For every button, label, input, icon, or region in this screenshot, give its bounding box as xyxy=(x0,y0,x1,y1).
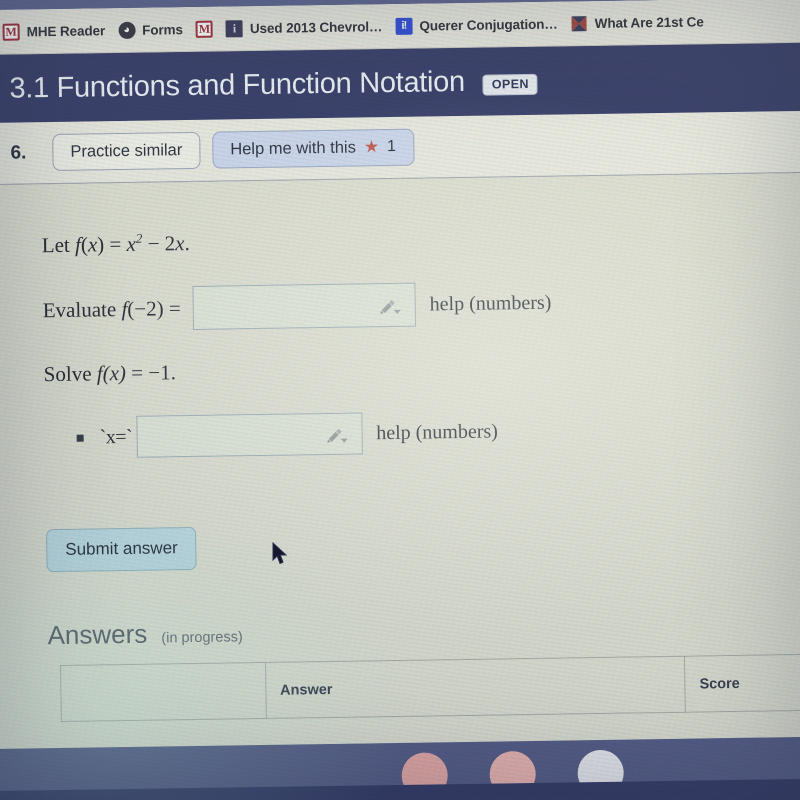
pencil-icon[interactable] xyxy=(325,424,351,444)
problem-number: 6. xyxy=(10,141,27,164)
info-dark-icon: i xyxy=(225,19,244,37)
answer-bullet-row: `x=` help (numbers) xyxy=(76,406,800,459)
globe-icon: ◕ xyxy=(118,21,136,39)
bowtie-icon xyxy=(571,15,588,32)
bookmark-label: What Are 21st Ce xyxy=(594,13,704,31)
dock-icon[interactable] xyxy=(401,752,449,791)
answer-input[interactable] xyxy=(135,412,363,458)
answers-table-header-row: Answer Score xyxy=(60,654,800,722)
star-icon: ★ xyxy=(363,137,380,157)
practice-similar-button[interactable]: Practice similar xyxy=(52,131,201,172)
bookmark-label: MHE Reader xyxy=(26,22,106,39)
screen-photo-content: c, bfd22rd4-IbGdd0b0090c5e21e M MHE Read… xyxy=(0,0,800,791)
screenshot-root: c, bfd22rd4-IbGdd0b0090c5e21e M MHE Read… xyxy=(0,0,800,800)
function-definition: Let f(x) = x2 − 2x. xyxy=(42,221,800,259)
answer-help-link[interactable]: help (numbers) xyxy=(376,420,498,445)
bullet-icon xyxy=(76,434,84,442)
function-definition-text: Let f(x) = x2 − 2x. xyxy=(41,230,190,258)
column-header-answer: Answer xyxy=(265,656,686,719)
bookmark-21st-century[interactable]: What Are 21st Ce xyxy=(571,13,704,32)
solve-statement: Solve f(x) = −1. xyxy=(44,351,800,388)
pencil-icon[interactable] xyxy=(379,295,405,315)
evaluate-help-link[interactable]: help (numbers) xyxy=(430,291,552,316)
bookmark-mhe-2[interactable]: M xyxy=(195,20,214,38)
evaluate-row: Evaluate f(−2) = help (numbers) xyxy=(42,277,800,333)
bookmark-mhe-reader[interactable]: M MHE Reader xyxy=(2,22,105,41)
answers-status: (in progress) xyxy=(161,629,243,647)
status-badge: OPEN xyxy=(482,73,539,96)
column-header-blank xyxy=(60,662,267,722)
column-header-score: Score xyxy=(684,654,800,713)
problem-body: Let f(x) = x2 − 2x. Evaluate f(−2) = hel… xyxy=(0,172,800,785)
dock-icon[interactable] xyxy=(577,749,625,791)
bookmark-querer-conjugation[interactable]: i! Querer Conjugation… xyxy=(395,15,558,35)
bookmark-forms[interactable]: ◕ Forms xyxy=(118,21,183,39)
bookmark-label: Forms xyxy=(142,21,184,38)
bookmark-label: Querer Conjugation… xyxy=(419,16,558,34)
bookmark-used-chevrolet[interactable]: i Used 2013 Chevrol… xyxy=(225,18,383,37)
answers-table: Answer Score xyxy=(60,654,800,722)
submit-answer-button[interactable]: Submit answer xyxy=(46,526,198,573)
help-me-with-this-button[interactable]: Help me with this ★ 1 xyxy=(211,128,415,169)
mhe-m-icon: M xyxy=(2,23,20,41)
app-header: 3.1 Functions and Function Notation OPEN xyxy=(0,42,800,123)
answers-title: Answers xyxy=(47,618,148,651)
mhe-m-icon: M xyxy=(195,20,214,38)
info-blue-icon: i! xyxy=(395,17,413,35)
solve-statement-text: Solve f(x) = −1. xyxy=(43,360,177,387)
x-equals-label: `x=` xyxy=(99,425,133,448)
dock-icon[interactable] xyxy=(489,750,537,791)
page-title: 3.1 Functions and Function Notation xyxy=(9,65,466,105)
help-star-count: 1 xyxy=(386,138,397,156)
evaluate-input[interactable] xyxy=(192,282,417,330)
answers-heading: Answers (in progress) xyxy=(47,609,800,652)
evaluate-label: Evaluate f(−2) = xyxy=(42,295,181,322)
bookmark-label: Used 2013 Chevrol… xyxy=(249,18,383,36)
help-button-label: Help me with this xyxy=(230,138,357,159)
